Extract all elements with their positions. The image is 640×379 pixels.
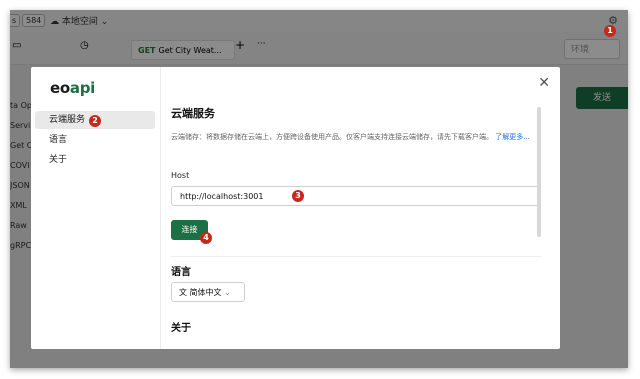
nav-item-language[interactable]: 语言 (35, 131, 155, 149)
nav-item-label: 语言 (49, 135, 68, 145)
nav-item-label: 关于 (49, 155, 68, 165)
chevron-down-icon: ⌄ (224, 288, 231, 297)
step-marker-3: 3 (292, 190, 304, 202)
nav-item-about[interactable]: 关于 (35, 151, 155, 169)
step-marker-2: 2 (89, 115, 101, 127)
cloud-service-description: 云端储存：将数据存储在云端上，方便跨设备使用产品。仅客户端支持连接云端储存，请先… (171, 133, 530, 141)
translate-icon: 文 (179, 288, 187, 297)
settings-content: 云端服务 云端储存：将数据存储在云端上，方便跨设备使用产品。仅客户端支持连接云端… (171, 67, 547, 349)
app-window: s 584 ☁ 本地空间 ⌄ ⚙ ▭ ◷ + ··· GET Get City W… (10, 10, 628, 368)
settings-modal: ✕ eoapi 云端服务 语言 关于 2 云端服务 云端储存：将数据存储在云端上… (31, 67, 560, 349)
step-marker-1: 1 (604, 25, 616, 37)
about-title: 关于 (171, 323, 191, 334)
step-marker-4: 4 (200, 232, 212, 244)
language-value: 简体中文 (189, 288, 222, 297)
learn-more-link[interactable]: 了解更多... (495, 133, 530, 141)
settings-sidebar: eoapi 云端服务 语言 关于 2 (31, 67, 161, 349)
eoapi-logo: eoapi (50, 79, 95, 97)
language-title: 语言 (171, 267, 191, 278)
section-divider (171, 256, 541, 257)
host-label: Host (171, 171, 190, 180)
language-select[interactable]: 文 简体中文 ⌄ (171, 282, 245, 302)
nav-item-label: 云端服务 (49, 115, 86, 125)
host-input[interactable]: http://localhost:3001 (171, 186, 541, 206)
cloud-service-title: 云端服务 (171, 107, 215, 120)
scrollbar[interactable] (537, 107, 541, 237)
